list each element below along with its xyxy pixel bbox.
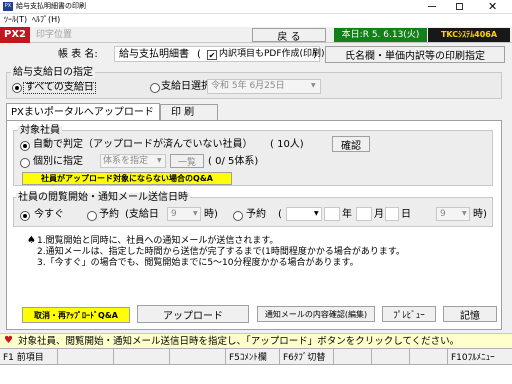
fkey-f5[interactable]: F5ｺﾒﾝﾄ欄 (226, 349, 280, 364)
system-select-placeholder: 体系を指定 (103, 156, 149, 166)
print-position-button[interactable]: 印字位置 (32, 27, 76, 43)
note-line-1: 1.閲覧開始と同時に、社員への通知メールが送信されます。 (37, 236, 279, 246)
reserve-payday-label[interactable]: 予約 (99, 210, 119, 220)
fkey-bar: F1 前項目 F5ｺﾒﾝﾄ欄 F6ﾀﾌﾞ切替 F10ﾌﾙﾒﾆｭｰ (0, 348, 512, 365)
now-label[interactable]: 今すぐ (34, 210, 64, 220)
fkey-f6[interactable]: F6ﾀﾌﾞ切替 (280, 349, 334, 364)
payday-date-value: 令和 5年 6月25日 (211, 81, 285, 91)
fkey-f3[interactable] (114, 349, 170, 364)
close-icon[interactable]: ✕ (488, 1, 497, 12)
hour2-value: 9 (440, 209, 446, 219)
payday-group-label: 給与支給日の指定 (11, 67, 95, 78)
year-unit: 年 (342, 209, 352, 220)
app-icon: PX (3, 2, 13, 11)
chevron-down-icon: ▼ (311, 82, 316, 89)
form-name-box: 給与支払明細書 ( ✔ 内訳項目もPDF作成(印刷) ) (114, 46, 325, 62)
form-name: 給与支払明細書 (119, 49, 189, 60)
reserve-payday-radio[interactable] (87, 211, 97, 221)
target-qa-button[interactable]: 社員がアップロード対象にならない場合のQ&A (22, 172, 232, 185)
pdf-option-label: 内訳項目もPDF作成(印刷) (219, 49, 325, 59)
pdf-checkbox[interactable]: ✔ (207, 50, 217, 60)
day-unit: 日 (401, 209, 411, 220)
confirm-button[interactable]: 確認 (332, 136, 370, 152)
auto-judge-radio[interactable] (20, 141, 30, 151)
note-line-3: 3.「今すぐ」の場合でも、閲覧開始までに5～10分程度かかる場合があります。 (37, 258, 359, 268)
list-button[interactable]: 一覧 (170, 154, 204, 168)
reserve-date-radio[interactable] (233, 211, 243, 221)
era-select[interactable]: ▼ (286, 207, 322, 221)
menu-help[interactable]: ﾍﾙﾌﾟ(H) (32, 16, 60, 24)
fkey-f8[interactable] (372, 349, 410, 364)
now-radio[interactable] (20, 211, 30, 221)
individual-label[interactable]: 個別に指定 (33, 157, 83, 167)
reserve-date-label[interactable]: 予約 (246, 210, 266, 220)
hour2-unit: 時) (473, 209, 487, 220)
window-bottom (0, 366, 512, 384)
memory-button[interactable]: 記憶 (443, 306, 497, 322)
month-unit: 月 (374, 209, 384, 220)
chevron-down-icon: ▼ (462, 210, 467, 217)
open-paren: ( (197, 49, 201, 60)
fkey-f1[interactable]: F1 前項目 (0, 349, 58, 364)
chevron-down-icon: ▼ (193, 210, 198, 217)
fkey-f7[interactable] (334, 349, 372, 364)
year-field[interactable] (324, 207, 340, 221)
menu-tools[interactable]: ﾂｰﾙ(T) (4, 16, 27, 24)
today-date: 本日:R 5. 6.13(火) (334, 28, 427, 42)
cancel-reupload-qa-button[interactable]: 取消・再ｱｯﾌﾟﾛｰﾄﾞQ&A (22, 307, 130, 323)
hour1-select[interactable]: 9 ▼ (167, 207, 201, 221)
fkey-f2[interactable] (58, 349, 114, 364)
preview-button[interactable]: ﾌﾟﾚﾋﾞｭｰ (382, 306, 436, 322)
day-field[interactable] (385, 207, 399, 221)
tab-print-label: 印 刷 (171, 107, 195, 118)
name-print-settings-button[interactable]: 氏名欄・単価内訳等の印刷指定 (325, 46, 505, 63)
payday-all-label[interactable]: すべての支給日 (23, 82, 96, 94)
brand-label: TKCｼｽﾃﾑ406A (428, 28, 510, 42)
minimize-icon[interactable] (428, 6, 436, 7)
close-paren: ) (313, 49, 317, 60)
message-text: 対象社員、閲覧開始・通知メール送信日時を指定し、「アップロード」ボタンをクリック… (18, 336, 460, 347)
note-line-2: 2.通知メールは、指定した時間から送信が完了するまで(1時間程度かかる場合があり… (37, 247, 405, 257)
system-select[interactable]: 体系を指定 ▼ (100, 154, 166, 168)
heart-icon: ♥ (4, 335, 13, 346)
message-bar: ♥ 対象社員、閲覧開始・通知メール送信日時を指定し、「アップロード」ボタンをクリ… (0, 333, 512, 348)
maximize-icon[interactable] (456, 3, 463, 10)
chevron-down-icon: ▼ (157, 157, 162, 164)
fkey-f10[interactable]: F10ﾌﾙﾒﾆｭｰ (448, 349, 510, 364)
hour1-unit: 時) (204, 209, 218, 220)
payday-select-label[interactable]: 支給日選択 (161, 82, 211, 92)
tab-upload[interactable]: PXまいポータルへアップロード (6, 103, 160, 121)
notify-mail-confirm-button[interactable]: 通知メールの内容確認(編集) (257, 306, 375, 322)
individual-radio[interactable] (20, 158, 30, 168)
hour1-value: 9 (171, 209, 177, 219)
payday-date-select[interactable]: 令和 5年 6月25日 ▼ (207, 79, 321, 94)
menu-bar: ﾂｰﾙ(T) ﾍﾙﾌﾟ(H) (0, 14, 512, 27)
schedule-group-label: 社員の閲覧開始・通知メール送信日時 (16, 192, 190, 203)
tab-print[interactable]: 印 刷 (160, 104, 218, 120)
auto-judge-label[interactable]: 自動で判定（アップロードが済んでいない社員） (33, 140, 253, 150)
px2-button[interactable]: PX2 (0, 27, 30, 43)
fkey-f4[interactable] (170, 349, 226, 364)
payday-paren: (支給日 (125, 209, 159, 220)
auto-count: ( 10人) (270, 139, 304, 150)
chevron-down-icon: ▼ (314, 210, 319, 217)
form-label: 帳 表 名: (58, 49, 98, 60)
payday-select-radio[interactable] (150, 83, 160, 93)
tab-upload-label: PXまいポータルへアップロード (11, 107, 154, 118)
spade-icon: ♠ (27, 235, 36, 246)
individual-count: ( 0/ 5体系) (208, 156, 259, 167)
payday-all-radio[interactable] (12, 83, 22, 93)
fkey-f9[interactable] (410, 349, 448, 364)
reserve-open-paren: ( (278, 209, 282, 220)
upload-button[interactable]: アップロード (137, 305, 249, 323)
window-title: 給与支払明細書の印刷 (16, 2, 86, 10)
toolbar: PX2 印字位置 戻 る 本日:R 5. 6.13(火) TKCｼｽﾃﾑ406A (0, 27, 512, 43)
employees-group-label: 対象社員 (18, 125, 62, 136)
title-bar: PX 給与支払明細書の印刷 ✕ (0, 0, 512, 14)
month-field[interactable] (356, 207, 372, 221)
hour2-select[interactable]: 9 ▼ (436, 207, 470, 221)
back-button[interactable]: 戻 る (252, 28, 326, 43)
